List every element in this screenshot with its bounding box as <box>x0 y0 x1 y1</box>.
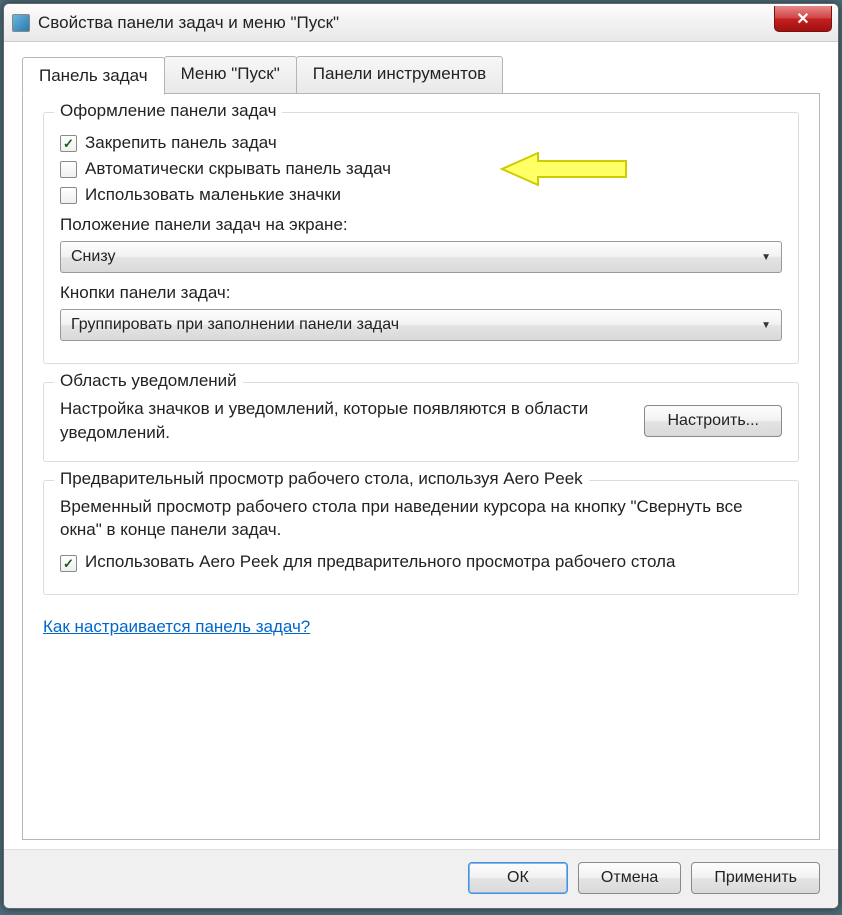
dropdown-taskbar-buttons[interactable]: Группировать при заполнении панели задач <box>60 309 782 341</box>
label-taskbar-buttons: Кнопки панели задач: <box>60 283 782 303</box>
dropdown-taskbar-position-value: Снизу <box>71 248 115 266</box>
label-taskbar-position: Положение панели задач на экране: <box>60 215 782 235</box>
dropdown-taskbar-buttons-value: Группировать при заполнении панели задач <box>71 316 399 334</box>
dialog-content: Панель задач Меню "Пуск" Панели инструме… <box>4 42 838 849</box>
annotation-arrow <box>500 149 630 189</box>
arrow-icon <box>500 149 630 189</box>
customize-button[interactable]: Настроить... <box>644 405 782 437</box>
label-lock-taskbar[interactable]: Закрепить панель задач <box>85 133 277 153</box>
row-small-icons: Использовать маленькие значки <box>60 185 782 205</box>
ok-button[interactable]: ОК <box>468 862 568 894</box>
aeropeek-description: Временный просмотр рабочего стола при на… <box>60 495 782 543</box>
notifications-row: Настройка значков и уведомлений, которые… <box>60 397 782 445</box>
checkbox-autohide-taskbar[interactable] <box>60 161 77 178</box>
row-lock-taskbar: Закрепить панель задач <box>60 133 782 153</box>
tab-strip: Панель задач Меню "Пуск" Панели инструме… <box>22 56 820 94</box>
row-autohide-taskbar: Автоматически скрывать панель задач <box>60 159 782 179</box>
close-icon: ✕ <box>796 9 809 29</box>
label-aeropeek[interactable]: Использовать Aero Peek для предварительн… <box>85 552 675 572</box>
apply-button[interactable]: Применить <box>691 862 820 894</box>
titlebar[interactable]: Свойства панели задач и меню "Пуск" ✕ <box>4 4 838 42</box>
help-link[interactable]: Как настраивается панель задач? <box>43 617 799 637</box>
dialog-footer: ОК Отмена Применить <box>4 849 838 908</box>
cancel-button[interactable]: Отмена <box>578 862 681 894</box>
group-notifications-title: Область уведомлений <box>54 371 243 391</box>
tab-taskbar[interactable]: Панель задач <box>22 57 165 95</box>
label-small-icons[interactable]: Использовать маленькие значки <box>85 185 341 205</box>
tab-panel-taskbar: Оформление панели задач Закрепить панель… <box>22 93 820 840</box>
checkbox-aeropeek[interactable] <box>60 555 77 572</box>
window-title: Свойства панели задач и меню "Пуск" <box>38 13 339 33</box>
tab-startmenu[interactable]: Меню "Пуск" <box>164 56 297 94</box>
checkbox-small-icons[interactable] <box>60 187 77 204</box>
row-aeropeek: Использовать Aero Peek для предварительн… <box>60 552 782 572</box>
group-appearance: Оформление панели задач Закрепить панель… <box>43 112 799 364</box>
checkbox-lock-taskbar[interactable] <box>60 135 77 152</box>
tab-toolbars[interactable]: Панели инструментов <box>296 56 503 94</box>
group-notifications: Область уведомлений Настройка значков и … <box>43 382 799 462</box>
group-aeropeek: Предварительный просмотр рабочего стола,… <box>43 480 799 596</box>
label-autohide-taskbar[interactable]: Автоматически скрывать панель задач <box>85 159 391 179</box>
group-appearance-title: Оформление панели задач <box>54 101 282 121</box>
properties-dialog: Свойства панели задач и меню "Пуск" ✕ Па… <box>3 3 839 909</box>
notifications-text: Настройка значков и уведомлений, которые… <box>60 397 624 445</box>
close-button[interactable]: ✕ <box>774 6 832 32</box>
dropdown-taskbar-position[interactable]: Снизу <box>60 241 782 273</box>
window-icon <box>12 14 30 32</box>
group-aeropeek-title: Предварительный просмотр рабочего стола,… <box>54 469 589 489</box>
